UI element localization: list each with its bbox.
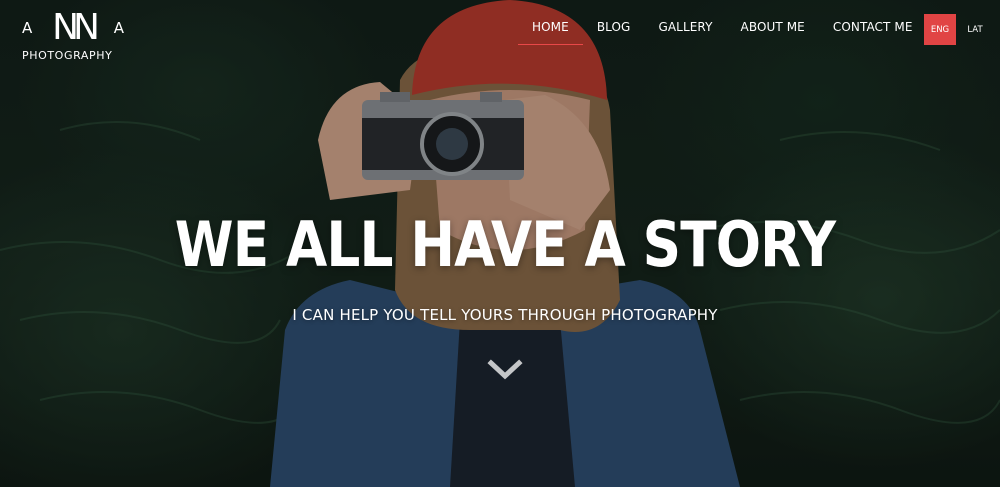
- language-eng-button[interactable]: ENG: [924, 14, 956, 45]
- nav-home[interactable]: HOME: [518, 20, 583, 45]
- hero-headline: WE ALL HAVE A STORY: [174, 208, 836, 281]
- hero-subheadline: I CAN HELP YOU TELL YOURS THROUGH PHOTOG…: [292, 306, 718, 324]
- scroll-down-button[interactable]: [487, 358, 523, 382]
- nav-blog[interactable]: BLOG: [583, 20, 645, 45]
- logo-mark: NN: [52, 7, 100, 48]
- nav-gallery[interactable]: GALLERY: [644, 20, 726, 45]
- chevron-down-icon: [487, 359, 523, 380]
- brand-logo[interactable]: A NN A PHOTOGRAPHY: [22, 7, 124, 63]
- logo-right-letter: A: [113, 19, 124, 37]
- logo-left-letter: A: [22, 19, 33, 37]
- logo-subtitle: PHOTOGRAPHY: [22, 49, 113, 62]
- language-lat-button[interactable]: LAT: [960, 14, 990, 45]
- nav-contact-me[interactable]: CONTACT ME: [819, 20, 927, 45]
- main-nav: HOME BLOG GALLERY ABOUT ME CONTACT ME: [518, 20, 927, 45]
- nav-about-me[interactable]: ABOUT ME: [727, 20, 819, 45]
